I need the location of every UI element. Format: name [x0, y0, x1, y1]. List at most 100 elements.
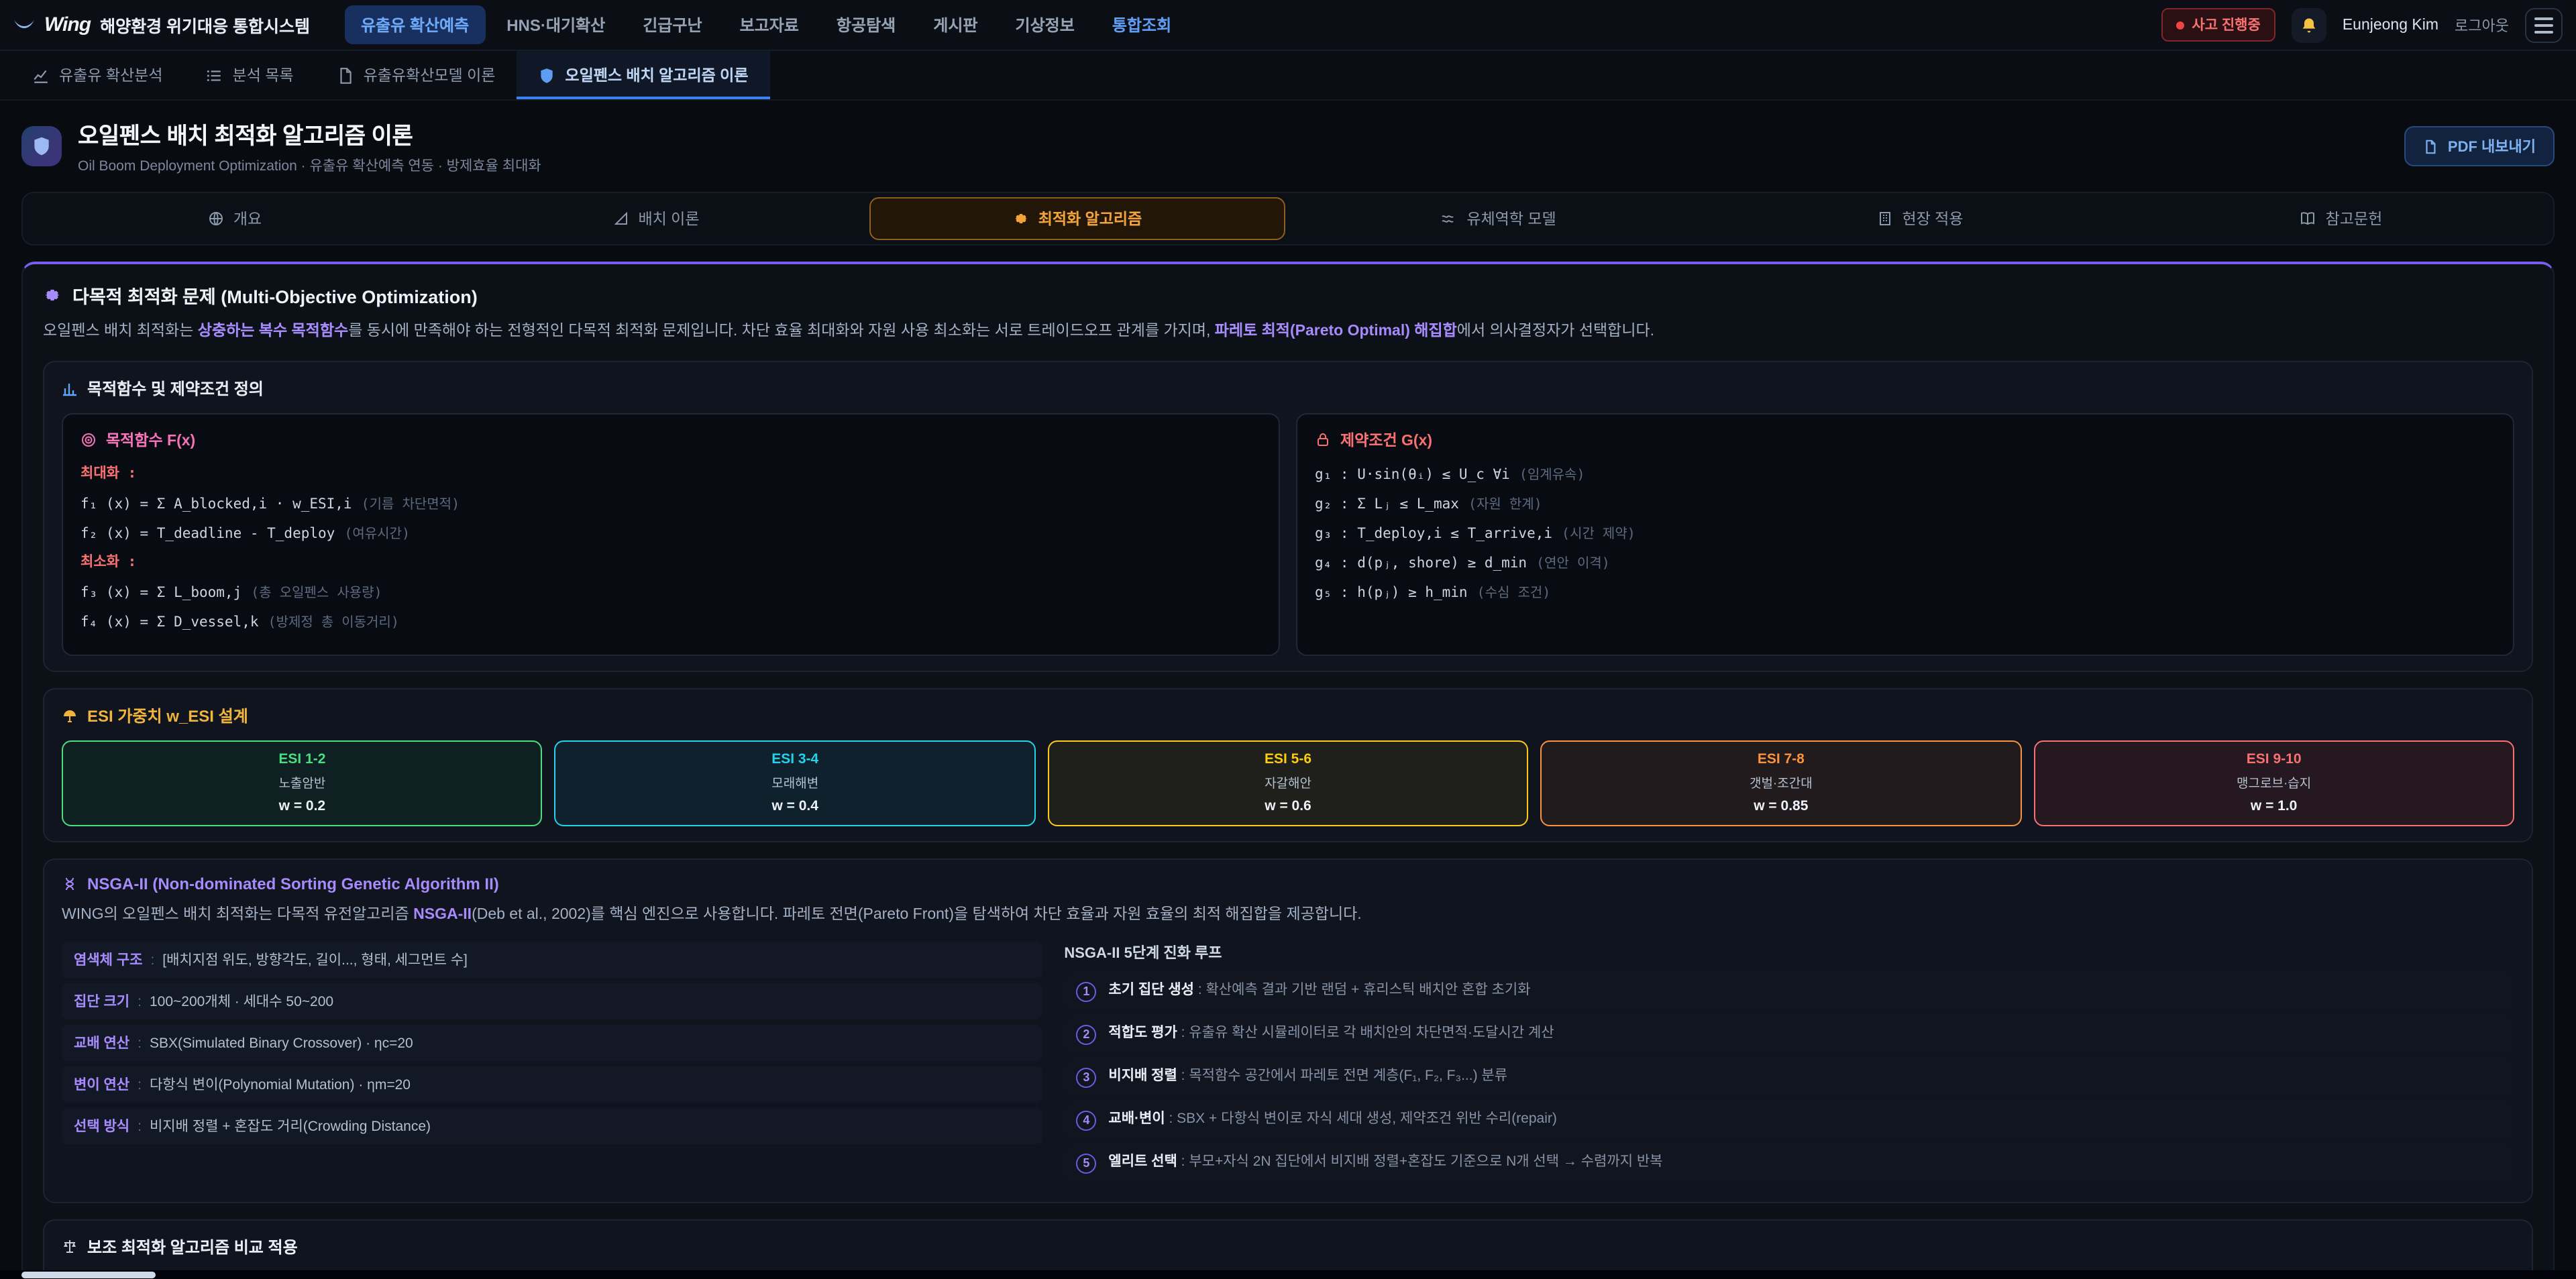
- loop-step: 4 교배·변이 : SBX + 다항식 변이로 자식 세대 생성, 제약조건 위…: [1064, 1101, 2514, 1138]
- tab-label: 최적화 알고리즘: [1038, 208, 1142, 229]
- target-icon: [80, 433, 97, 449]
- gear-icon: [43, 286, 62, 304]
- esi-name: 자갈해안: [1055, 773, 1522, 792]
- esi-name: 모래해변: [561, 773, 1029, 792]
- step-text: 엘리트 선택 : 부모+자식 2N 집단에서 비지배 정렬+혼잡도 기준으로 N…: [1108, 1152, 1662, 1172]
- intro-text: 를 동시에 만족해야 하는 전형적인 다목적 최적화 문제입니다. 차단 효율 …: [348, 323, 1215, 339]
- tab-field-application[interactable]: 현장 적용: [1712, 197, 2128, 240]
- formula-note: (수심 조건): [1477, 587, 1551, 602]
- step-number: 2: [1076, 1024, 1096, 1044]
- scale-icon: [62, 1238, 78, 1254]
- esi-grid: ESI 1-2 노출암반 w = 0.2 ESI 3-4 모래해변 w = 0.…: [62, 741, 2514, 827]
- nav-integrated-search[interactable]: 통합조회: [1096, 5, 1187, 44]
- pdf-export-button[interactable]: PDF 내보내기: [2405, 126, 2555, 166]
- loop-step: 1 초기 집단 생성 : 확산예측 결과 기반 랜덤 + 휴리스틱 배치안 혼합…: [1064, 972, 2514, 1009]
- param-label: 변이 연산: [74, 1074, 129, 1094]
- esi-name: 노출암반: [68, 773, 536, 792]
- nav-aerial-search[interactable]: 항공탐색: [820, 5, 912, 44]
- hamburger-menu-button[interactable]: [2525, 7, 2563, 42]
- esi-weight: w = 1.0: [2040, 799, 2508, 815]
- intro-text: WING의 오일펜스 배치 최적화는 다목적 유전알고리즘: [62, 907, 413, 924]
- param-row: 염색체 구조:[배치지점 위도, 방향각도, 길이..., 형태, 세그먼트 수…: [62, 941, 1042, 977]
- formula-line: f₃ (x) = Σ L_boom,j(총 오일펜스 사용량): [80, 581, 1261, 602]
- subtab-boom-algorithm-theory[interactable]: 오일펜스 배치 알고리즘 이론: [517, 51, 769, 99]
- formula-note: (기름 차단면적): [362, 498, 460, 513]
- card-title: NSGA-II (Non-dominated Sorting Genetic A…: [62, 875, 2514, 894]
- formula-line: g₂ : Σ Lⱼ ≤ L_max(자원 한계): [1315, 493, 2496, 513]
- incident-status-badge[interactable]: 사고 진행중: [2161, 8, 2275, 42]
- tab-hydrodynamic-model[interactable]: 유체역학 모델: [1291, 197, 1707, 240]
- panel-title-text: 목적함수 F(x): [106, 430, 195, 451]
- nav-reports[interactable]: 보고자료: [724, 5, 815, 44]
- intro-highlight: NSGA-II: [413, 907, 472, 924]
- bell-icon: [2300, 15, 2318, 34]
- intro-text: (Deb et al., 2002)를 핵심 엔진으로 사용합니다. 파레토 전…: [472, 907, 1362, 924]
- constraints-panel-title: 제약조건 G(x): [1315, 430, 2496, 451]
- loop-step: 2 적합도 평가 : 유출유 확산 시뮬레이터로 각 배치안의 차단면적·도달시…: [1064, 1015, 2514, 1052]
- param-separator: :: [138, 1035, 142, 1051]
- loop-step: 3 비지배 정렬 : 목적함수 공간에서 파레토 전면 계층(F₁, F₂, F…: [1064, 1058, 2514, 1095]
- formula: g₄ : d(pⱼ, shore) ≥ d_min: [1315, 556, 1527, 572]
- formula: f₄ (x) = Σ D_vessel,k: [80, 615, 259, 631]
- tab-optimization-algorithm[interactable]: 최적화 알고리즘: [869, 197, 1285, 240]
- card-title: 보조 최적화 알고리즘 비교 적용: [62, 1235, 2514, 1258]
- nav-weather[interactable]: 기상정보: [1000, 5, 1091, 44]
- page-header-icon: [21, 126, 62, 166]
- card-title-text: 목적함수 및 제약조건 정의: [87, 378, 264, 400]
- step-text: 비지배 정렬 : 목적함수 공간에서 파레토 전면 계층(F₁, F₂, F₃.…: [1108, 1066, 1507, 1086]
- param-row: 선택 방식:비지배 정렬 + 혼잡도 거리(Crowding Distance): [62, 1107, 1042, 1144]
- step-title: 비지배 정렬: [1108, 1067, 1177, 1083]
- lock-icon: [1315, 433, 1331, 449]
- subtab-diffusion-analysis[interactable]: 유출유 확산분석: [11, 51, 184, 99]
- nsga-intro: WING의 오일펜스 배치 최적화는 다목적 유전알고리즘 NSGA-II(De…: [62, 905, 2514, 928]
- formula: g₅ : h(pⱼ) ≥ h_min: [1315, 586, 1468, 602]
- topbar-right: 사고 진행중 Eunjeong Kim 로그아웃: [2161, 7, 2563, 42]
- tab-label: 참고문헌: [2326, 208, 2383, 229]
- esi-weight: w = 0.4: [561, 799, 1029, 815]
- menu-line: [2534, 23, 2553, 26]
- tab-label: 현장 적용: [1902, 208, 1963, 229]
- page-header: 오일펜스 배치 최적화 알고리즘 이론 Oil Boom Deployment …: [0, 101, 2576, 186]
- formula-note: (임계유속): [1519, 469, 1585, 484]
- subtab-diffusion-model-theory[interactable]: 유출유확산모델 이론: [315, 51, 517, 99]
- subtab-analysis-list[interactable]: 분석 목록: [184, 51, 315, 99]
- nav-oil-spill-prediction[interactable]: 유출유 확산예측: [345, 5, 485, 44]
- formula: f₂ (x) = T_deadline - T_deploy: [80, 526, 335, 543]
- subtab-label: 분석 목록: [233, 64, 294, 86]
- wing-logo-icon: [13, 17, 35, 33]
- notifications-button[interactable]: [2292, 7, 2326, 42]
- esi-box: ESI 3-4 모래해변 w = 0.4: [555, 741, 1036, 827]
- horizontal-scrollbar: [0, 1270, 2576, 1279]
- tab-overview[interactable]: 개요: [27, 197, 443, 240]
- tab-references[interactable]: 참고문헌: [2133, 197, 2549, 240]
- tab-label: 배치 이론: [638, 208, 699, 229]
- definition-grid: 목적함수 F(x) 최대화 : f₁ (x) = Σ A_blocked,i ·…: [62, 414, 2514, 657]
- param-value: 100~200개체 · 세대수 50~200: [150, 991, 333, 1011]
- minimize-label: 최소화 :: [80, 552, 1261, 572]
- globe-icon: [208, 211, 224, 227]
- param-separator: :: [150, 952, 154, 968]
- formula: g₁ : U·sin(θᵢ) ≤ U_c ∀i: [1315, 467, 1510, 484]
- logout-button[interactable]: 로그아웃: [2455, 14, 2509, 36]
- subtab-label: 유출유 확산분석: [59, 64, 163, 86]
- nav-board[interactable]: 게시판: [917, 5, 994, 44]
- param-value: 다항식 변이(Polynomial Mutation) · ηm=20: [150, 1074, 411, 1094]
- app-logo[interactable]: Wing 해양환경 위기대응 통합시스템: [13, 12, 310, 38]
- intro-text: 오일펜스 배치 최적화는: [43, 323, 198, 339]
- formula-line: g₃ : T_deploy,i ≤ T_arrive,i(시간 제약): [1315, 522, 2496, 543]
- formula: g₂ : Σ Lⱼ ≤ L_max: [1315, 497, 1459, 513]
- formula-line: g₁ : U·sin(θᵢ) ≤ U_c ∀i (임계유속): [1315, 463, 2496, 484]
- page-subtitle: Oil Boom Deployment Optimization · 유출유 확…: [78, 156, 541, 176]
- objective-function-panel: 목적함수 F(x) 최대화 : f₁ (x) = Σ A_blocked,i ·…: [62, 414, 1280, 657]
- tab-deployment-theory[interactable]: 배치 이론: [448, 197, 864, 240]
- param-row: 교배 연산:SBX(Simulated Binary Crossover) · …: [62, 1024, 1042, 1060]
- param-label: 교배 연산: [74, 1032, 129, 1052]
- esi-name: 맹그로브·습지: [2040, 773, 2508, 792]
- top-nav: 유출유 확산예측 HNS·대기확산 긴급구난 보고자료 항공탐색 게시판 기상정…: [345, 5, 2161, 44]
- page-title: 오일펜스 배치 최적화 알고리즘 이론: [78, 117, 541, 150]
- nav-hns-diffusion[interactable]: HNS·대기확산: [490, 5, 621, 44]
- esi-box: ESI 9-10 맹그로브·습지 w = 1.0: [2033, 741, 2514, 827]
- nav-emergency-rescue[interactable]: 긴급구난: [627, 5, 718, 44]
- step-desc: : SBX + 다항식 변이로 자식 세대 생성, 제약조건 위반 수리(rep…: [1169, 1110, 1557, 1126]
- scrollbar-thumb[interactable]: [21, 1272, 156, 1278]
